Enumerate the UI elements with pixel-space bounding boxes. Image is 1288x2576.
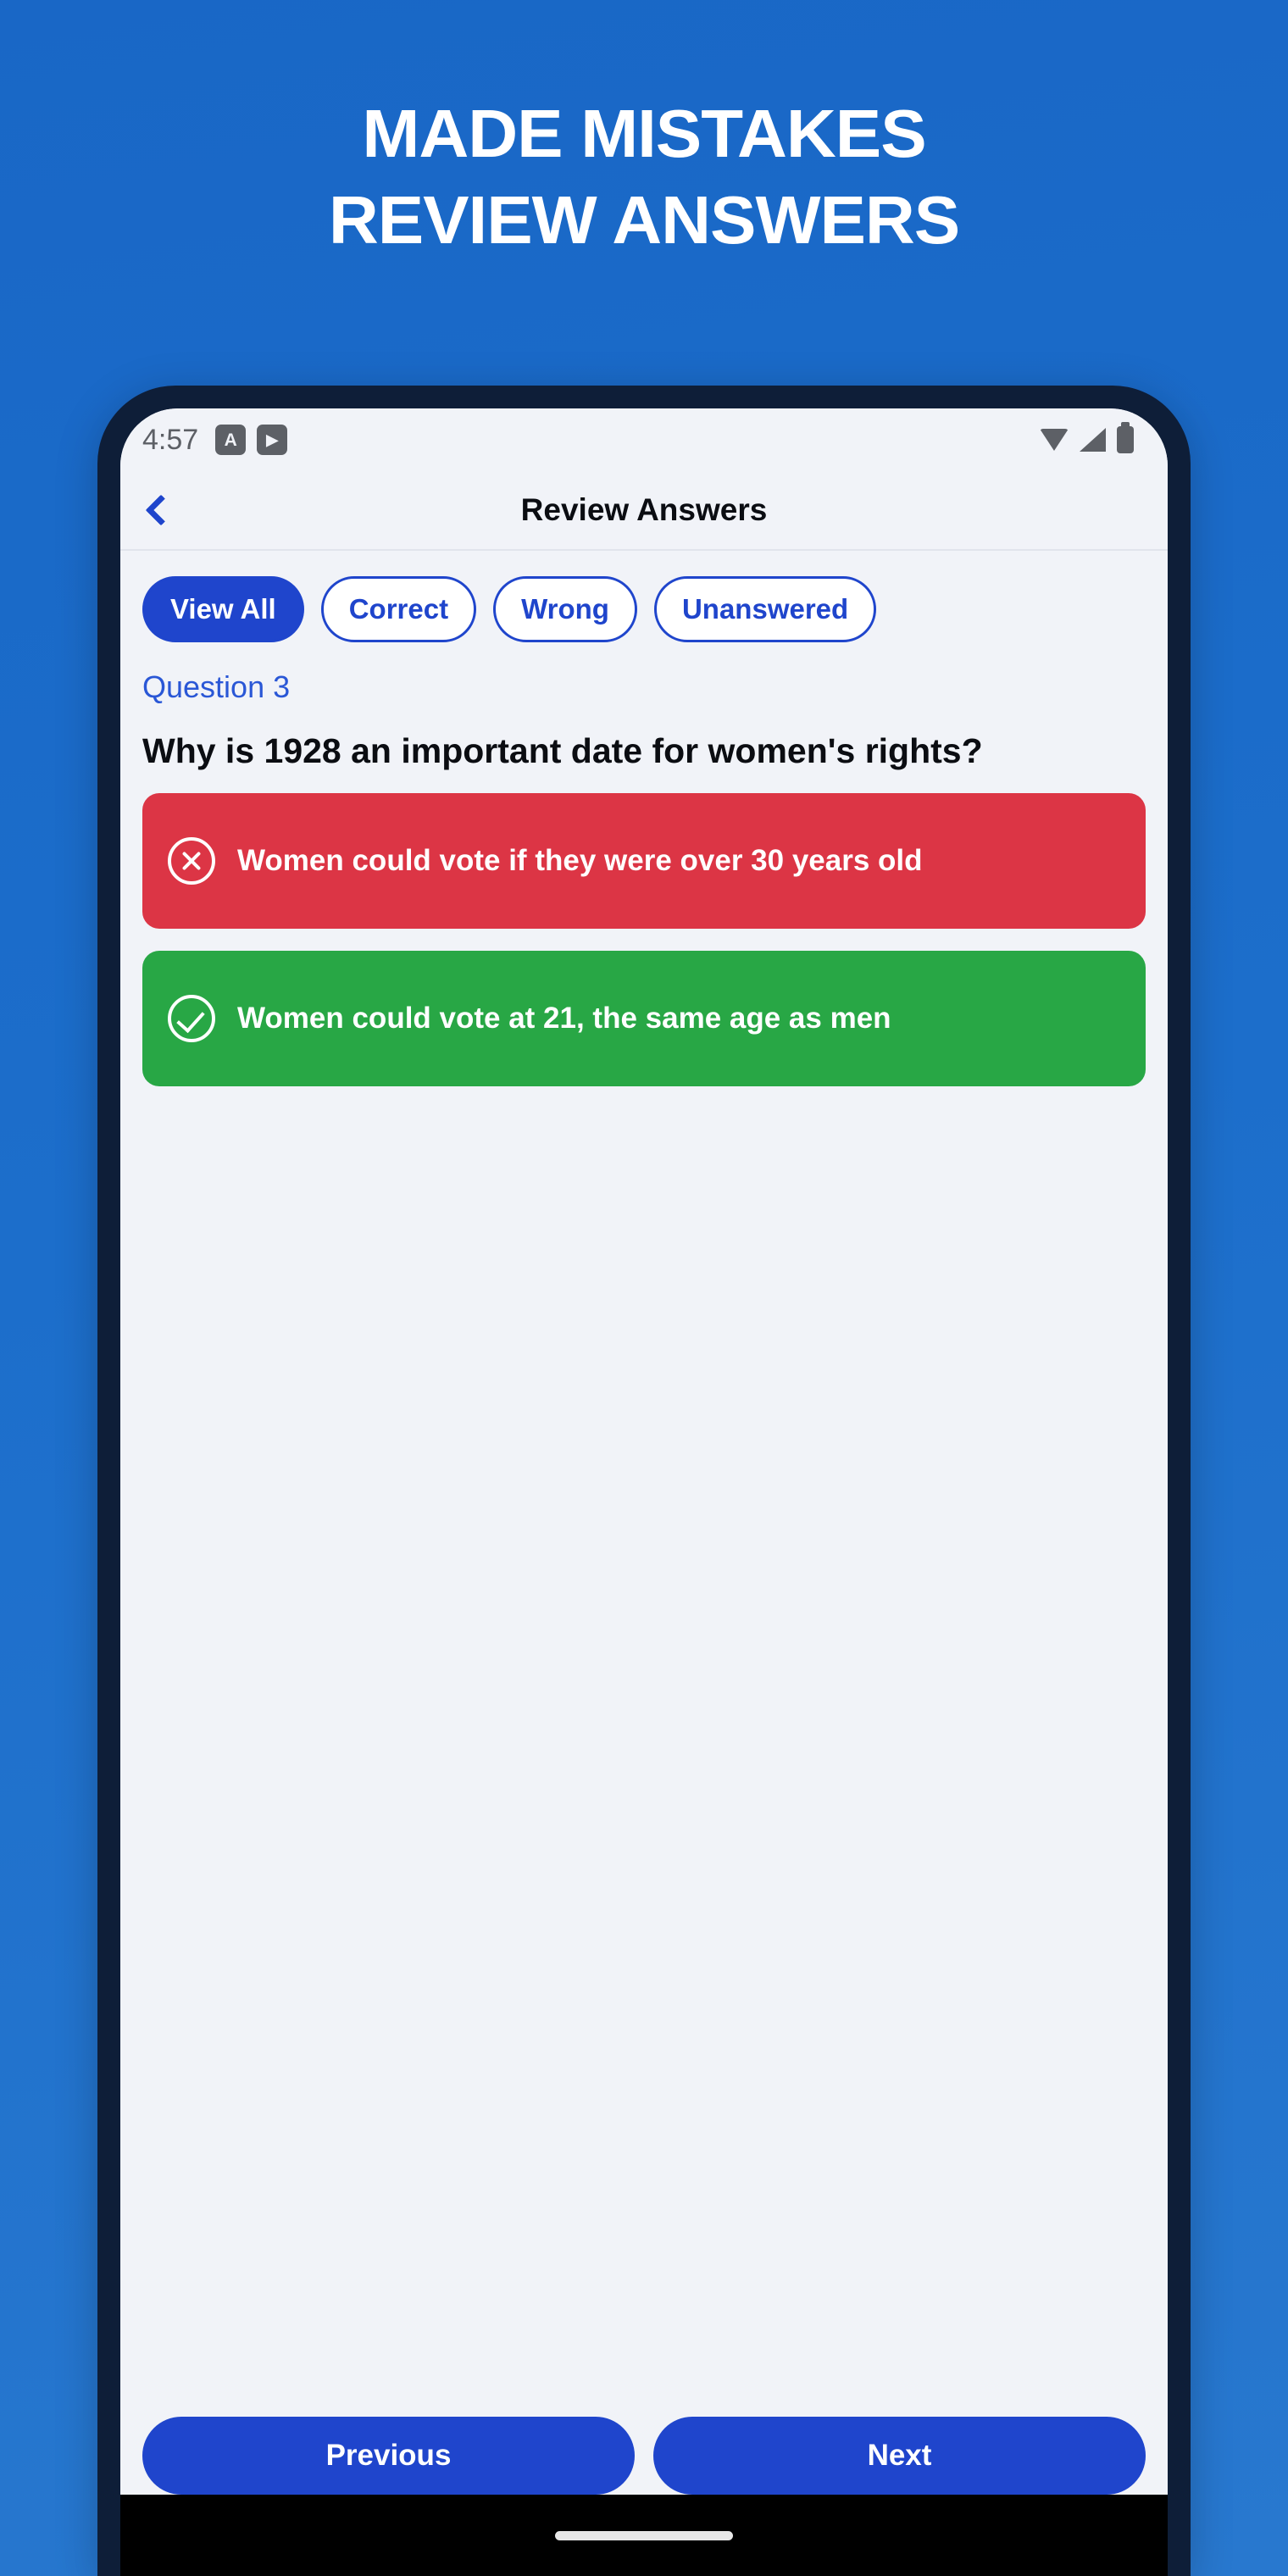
answer-option-text: Women could vote if they were over 30 ye… — [237, 844, 923, 878]
promo-headline-line-1: MADE MISTAKES — [362, 96, 926, 171]
content-spacer — [120, 1086, 1168, 2417]
filter-chip-wrong[interactable]: Wrong — [493, 576, 637, 642]
font-size-badge-icon: A — [215, 425, 247, 455]
check-circle-icon — [168, 995, 215, 1043]
filter-chip-row: View All Correct Wrong Unanswered — [120, 551, 1168, 642]
page-title: Review Answers — [520, 492, 768, 527]
status-icons-group — [1040, 426, 1134, 453]
navigation-row: Previous Next — [120, 2417, 1168, 2495]
filter-chip-view-all[interactable]: View All — [142, 576, 304, 642]
back-button[interactable] — [120, 471, 202, 549]
answer-option-text: Women could vote at 21, the same age as … — [237, 1002, 891, 1035]
app-header: Review Answers — [120, 471, 1168, 551]
previous-button[interactable]: Previous — [142, 2417, 635, 2495]
wifi-icon — [1040, 429, 1069, 451]
phone-mockup-frame: 4:57 A ▶ Review Answers View All Correct… — [97, 386, 1191, 2576]
question-block: Question 3 Why is 1928 an important date… — [120, 642, 1168, 773]
answer-option-wrong[interactable]: Women could vote if they were over 30 ye… — [142, 793, 1146, 930]
question-number-label: Question 3 — [142, 669, 291, 704]
home-indicator[interactable] — [555, 2530, 733, 2540]
phone-screen: 4:57 A ▶ Review Answers View All Correct… — [120, 408, 1168, 2576]
answer-list: Women could vote if they were over 30 ye… — [120, 773, 1168, 1087]
play-badge-icon: ▶ — [257, 425, 288, 455]
answer-option-correct[interactable]: Women could vote at 21, the same age as … — [142, 951, 1146, 1087]
status-time: 4:57 — [142, 423, 199, 456]
question-text: Why is 1928 an important date for women'… — [142, 731, 983, 770]
status-bar: 4:57 A ▶ — [120, 408, 1168, 471]
promo-headline: MADE MISTAKES REVIEW ANSWERS — [0, 100, 1288, 254]
promo-headline-line-2: REVIEW ANSWERS — [328, 182, 960, 258]
next-button[interactable]: Next — [653, 2417, 1146, 2495]
chevron-left-icon — [145, 494, 177, 526]
filter-chip-correct[interactable]: Correct — [320, 576, 477, 642]
gesture-navigation-bar — [120, 2495, 1168, 2576]
filter-chip-unanswered[interactable]: Unanswered — [653, 576, 877, 642]
battery-icon — [1117, 426, 1134, 453]
signal-icon — [1080, 428, 1106, 452]
x-circle-icon — [168, 837, 215, 886]
